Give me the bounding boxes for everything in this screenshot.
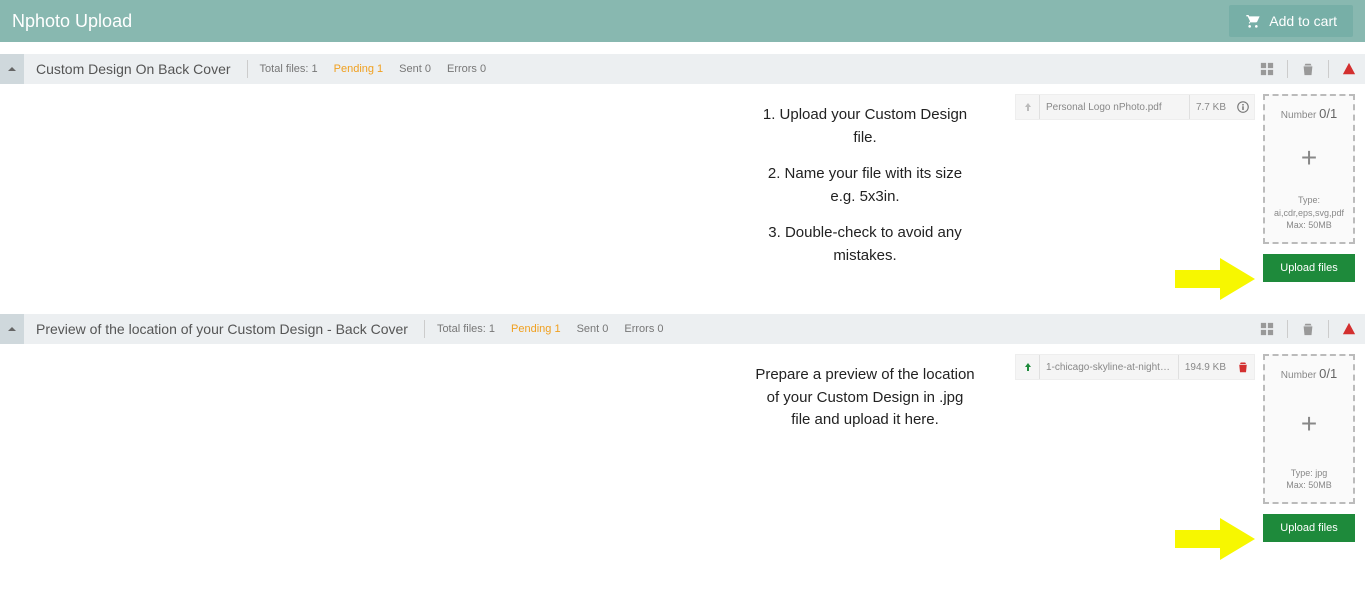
divider [1328, 60, 1329, 78]
trash-icon[interactable] [1294, 315, 1322, 343]
stat-total: Total files: 1 [252, 63, 326, 75]
section-header: Custom Design On Back Cover Total files:… [0, 54, 1365, 84]
plus-icon: + [1301, 142, 1317, 174]
dropzone-count: Number 0/1 [1281, 366, 1337, 381]
stat-pending: Pending 1 [326, 63, 392, 75]
file-name: Personal Logo nPhoto.pdf [1040, 102, 1189, 113]
upload-files-button[interactable]: Upload files [1263, 514, 1355, 542]
stat-total: Total files: 1 [429, 323, 503, 335]
instruction-line: Prepare a preview of the location of you… [755, 364, 975, 432]
warning-icon[interactable] [1335, 55, 1363, 83]
file-row: Personal Logo nPhoto.pdf 7.7 KB [1015, 94, 1255, 120]
section-body: Prepare a preview of the location of you… [0, 344, 1365, 562]
instructions: Prepare a preview of the location of you… [10, 354, 1015, 542]
file-row: 1-chicago-skyline-at-night-paul-ve... 19… [1015, 354, 1255, 380]
instruction-line: 2. Name your file with its size e.g. 5x3… [755, 163, 975, 208]
dropzone-meta: Type: ai,cdr,eps,svg,pdf Max: 50MB [1274, 194, 1344, 232]
collapse-toggle[interactable] [0, 314, 24, 344]
divider [424, 320, 425, 338]
plus-icon: + [1301, 408, 1317, 440]
stat-sent: Sent 0 [569, 323, 617, 335]
section-title: Custom Design On Back Cover [24, 61, 243, 77]
dropzone-count: Number 0/1 [1281, 106, 1337, 121]
section-body: 1. Upload your Custom Design file. 2. Na… [0, 84, 1365, 302]
stat-errors: Errors 0 [439, 63, 494, 75]
pointer-arrow-icon [1175, 256, 1255, 302]
instruction-line: 1. Upload your Custom Design file. [755, 104, 975, 149]
upload-files-button[interactable]: Upload files [1263, 254, 1355, 282]
file-list: 1-chicago-skyline-at-night-paul-ve... 19… [1015, 354, 1255, 542]
chevron-up-icon [7, 64, 17, 74]
upload-section-1: Custom Design On Back Cover Total files:… [0, 54, 1365, 302]
divider [247, 60, 248, 78]
file-size: 194.9 KB [1178, 355, 1232, 379]
add-to-cart-button[interactable]: Add to cart [1229, 5, 1353, 37]
drop-zone[interactable]: Number 0/1 + Type: jpg Max: 50MB [1263, 354, 1355, 504]
upload-section-2: Preview of the location of your Custom D… [0, 314, 1365, 562]
section-header: Preview of the location of your Custom D… [0, 314, 1365, 344]
grid-icon[interactable] [1253, 55, 1281, 83]
file-info-button[interactable] [1232, 95, 1254, 119]
file-size: 7.7 KB [1189, 95, 1232, 119]
stat-sent: Sent 0 [391, 63, 439, 75]
chevron-up-icon [7, 324, 17, 334]
grid-icon[interactable] [1253, 315, 1281, 343]
upload-status-icon [1016, 95, 1040, 119]
dropzone-meta: Type: jpg Max: 50MB [1286, 467, 1332, 492]
stat-pending: Pending 1 [503, 323, 569, 335]
divider [1328, 320, 1329, 338]
drop-zone[interactable]: Number 0/1 + Type: ai,cdr,eps,svg,pdf Ma… [1263, 94, 1355, 244]
instructions: 1. Upload your Custom Design file. 2. Na… [10, 94, 1015, 282]
app-title: Nphoto Upload [12, 11, 132, 32]
divider [1287, 60, 1288, 78]
collapse-toggle[interactable] [0, 54, 24, 84]
instruction-line: 3. Double-check to avoid any mistakes. [755, 222, 975, 267]
stat-errors: Errors 0 [616, 323, 671, 335]
add-to-cart-label: Add to cart [1269, 13, 1337, 29]
trash-icon[interactable] [1294, 55, 1322, 83]
app-header: Nphoto Upload Add to cart [0, 0, 1365, 42]
cart-icon [1245, 13, 1261, 29]
upload-status-icon [1016, 355, 1040, 379]
pointer-arrow-icon [1175, 516, 1255, 562]
warning-icon[interactable] [1335, 315, 1363, 343]
file-delete-button[interactable] [1232, 355, 1254, 379]
divider [1287, 320, 1288, 338]
file-name: 1-chicago-skyline-at-night-paul-ve... [1040, 362, 1178, 373]
section-title: Preview of the location of your Custom D… [24, 321, 420, 337]
file-list: Personal Logo nPhoto.pdf 7.7 KB [1015, 94, 1255, 282]
